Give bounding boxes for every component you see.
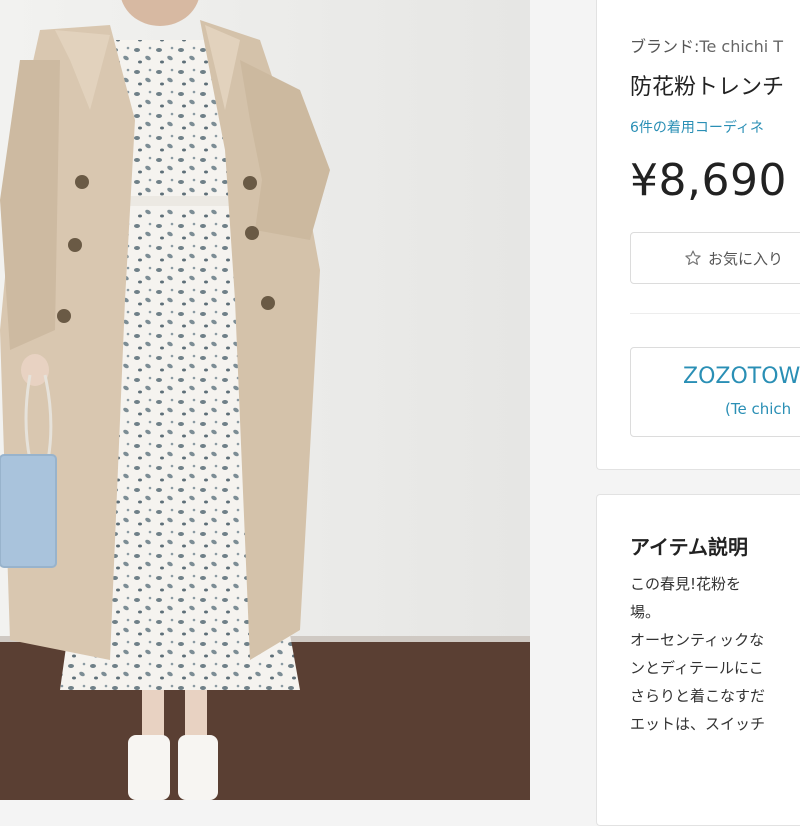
brand-line: ブランド:Te chichi T (630, 33, 783, 57)
star-outline-icon (684, 249, 702, 267)
description-line: オーセンティックな (630, 631, 765, 649)
favorite-button-label: お気に入り (708, 249, 784, 268)
zozotown-store-button[interactable]: ZOZOTOW (Te chich (630, 347, 800, 437)
product-title: 防花粉トレンチ (630, 75, 785, 100)
description-line: この春見!花粉を (630, 575, 742, 593)
description-line: 場。 (630, 603, 661, 621)
model-image (0, 0, 530, 800)
brand-link[interactable]: Te chichi T (699, 37, 783, 56)
product-info-panel: ブランド:Te chichi T 防花粉トレンチ 6件の着用コーディネ ¥8,6… (596, 0, 800, 470)
favorite-button[interactable]: お気に入り (630, 232, 800, 284)
coordinate-link[interactable]: 6件の着用コーディネ (630, 117, 764, 137)
divider (630, 313, 800, 314)
description-line: ンとディテールにこ (630, 659, 764, 677)
item-description-panel: アイテム説明 この春見!花粉を 場。 オーセンティックな ンとディテールにこ さ… (596, 494, 800, 826)
product-price: ¥8,690 (630, 155, 787, 206)
description-line: エットは、スイッチ (630, 715, 766, 733)
description-heading: アイテム説明 (630, 535, 748, 559)
store-button-sublabel: (Te chich (725, 400, 792, 418)
store-button-label: ZOZOTOW (683, 364, 800, 389)
product-photo[interactable] (0, 0, 530, 800)
description-line: さらりと着こなすだ (630, 687, 766, 705)
brand-label: ブランド: (630, 37, 700, 56)
